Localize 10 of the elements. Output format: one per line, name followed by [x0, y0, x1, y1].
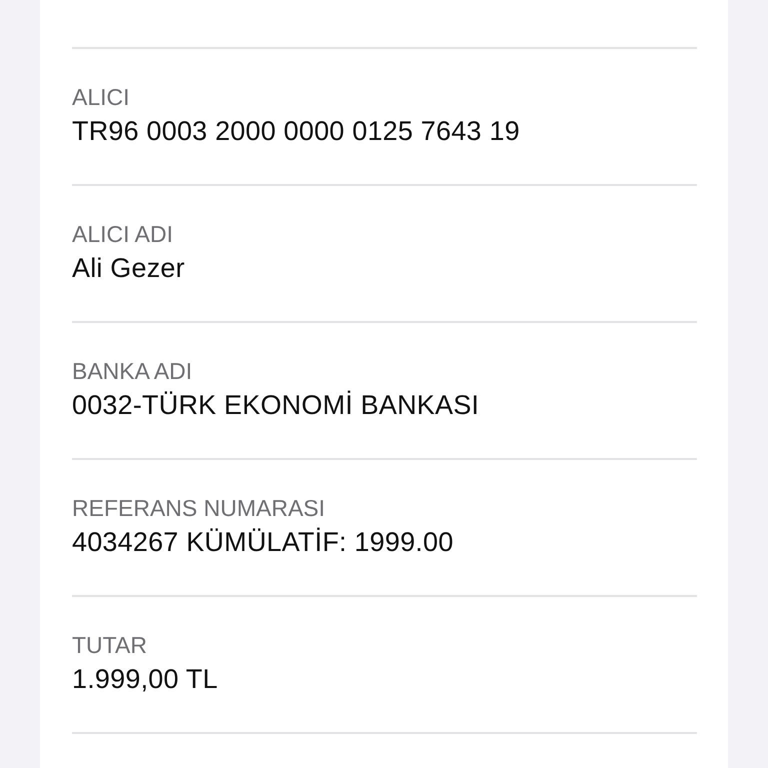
field-value: Ali Gezer [72, 252, 186, 285]
field-value: 4034267 KÜMÜLATİF: 1999.00 [72, 526, 454, 559]
field-label: ALICI ADI [72, 220, 174, 248]
field-value: TR96 0003 2000 0000 0125 7643 19 [72, 115, 521, 148]
field-label: REFERANS NUMARASI [72, 494, 326, 522]
field-value: 0032-TÜRK EKONOMİ BANKASI [72, 389, 480, 422]
field-value: 1.999,00 TL [72, 663, 219, 696]
field-label: ALICI [72, 83, 131, 111]
field-label: BANKA ADI [72, 357, 194, 385]
field-label: TUTAR [72, 631, 148, 659]
